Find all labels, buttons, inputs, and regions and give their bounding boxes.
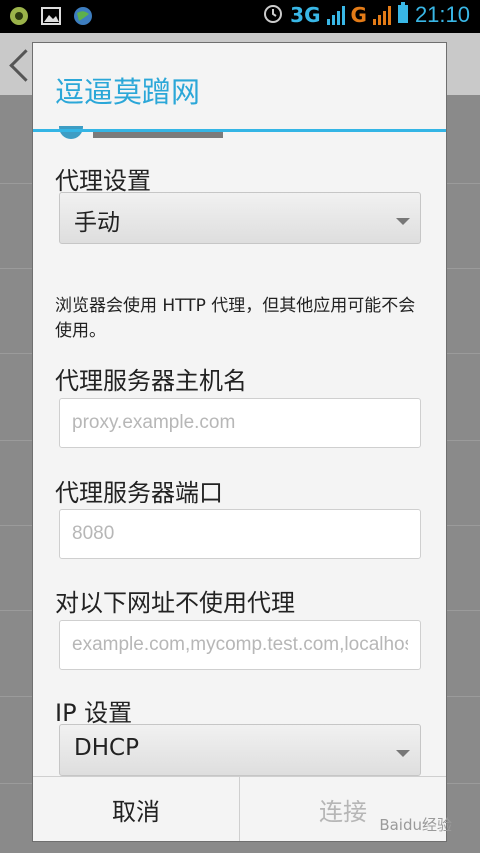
network-3g-label: 3G (290, 3, 321, 27)
proxy-port-label: 代理服务器端口 (55, 479, 223, 507)
proxy-port-field[interactable] (59, 509, 421, 559)
proxy-host-input[interactable] (60, 399, 420, 447)
bypass-label: 对以下网址不使用代理 (55, 589, 295, 617)
proxy-host-label: 代理服务器主机名 (55, 367, 247, 395)
browser-icon (72, 5, 94, 27)
network-g-label: G (350, 3, 367, 27)
dropdown-arrow-icon (396, 218, 410, 225)
title-divider (33, 129, 446, 132)
ip-settings-spinner[interactable]: DHCP (59, 724, 421, 776)
bypass-input[interactable] (60, 621, 420, 669)
bypass-field[interactable] (59, 620, 421, 670)
watermark: Baidu经验 (379, 816, 452, 834)
signal-3g-icon (326, 5, 345, 25)
gallery-icon (40, 5, 62, 27)
proxy-host-field[interactable] (59, 398, 421, 448)
proxy-settings-label: 代理设置 (55, 167, 151, 195)
clock: 21:10 (414, 2, 470, 27)
ip-settings-value: DHCP (74, 735, 139, 761)
dialog-header: 逗逼莫蹭网 (33, 43, 446, 131)
wifi-proxy-dialog: 逗逼莫蹭网 代理设置 手动 浏览器会使用 HTTP 代理，但其他应用可能不会使用… (33, 43, 446, 841)
proxy-settings-spinner[interactable]: 手动 (59, 192, 421, 244)
proxy-port-input[interactable] (60, 510, 420, 558)
cancel-button[interactable]: 取消 (33, 777, 240, 841)
signal-g-icon (372, 5, 391, 25)
dialog-title: 逗逼莫蹭网 (55, 75, 201, 109)
battery-icon (397, 2, 409, 28)
clipped-option-text (93, 131, 223, 138)
proxy-settings-value: 手动 (74, 210, 120, 236)
dropdown-arrow-icon (396, 750, 410, 757)
status-bar: 3G G 21:10 (0, 0, 480, 33)
app-icon (8, 5, 30, 27)
ip-settings-label: IP 设置 (55, 699, 133, 727)
proxy-note: 浏览器会使用 HTTP 代理，但其他应用可能不会使用。 (55, 296, 416, 341)
alarm-icon (262, 2, 284, 28)
checkbox-icon[interactable] (59, 126, 83, 139)
